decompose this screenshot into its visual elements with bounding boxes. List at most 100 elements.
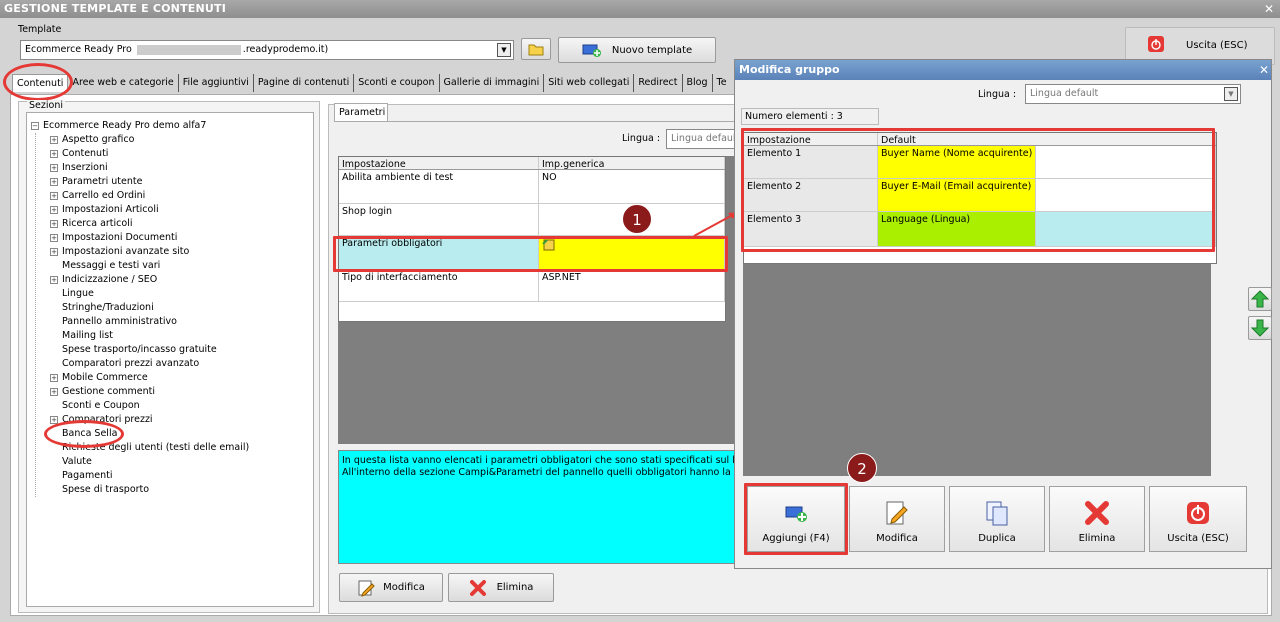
tree-item[interactable]: Mailing list [50,329,309,343]
tree-item[interactable]: Pagamenti [50,469,309,483]
new-template-button[interactable]: Nuovo template [558,37,716,63]
params-row-setting: Tipo di interfacciamento [339,270,539,301]
description-line: In questa lista vanno elencati i paramet… [342,455,738,466]
expand-icon[interactable]: + [50,415,58,424]
move-down-button[interactable] [1248,316,1272,340]
duplicate-icon [986,501,1008,526]
expand-icon[interactable]: + [50,205,58,214]
tree-item[interactable]: Comparatori prezzi avanzato [50,357,309,371]
tree-root-label: Ecommerce Ready Pro demo alfa7 [43,120,207,131]
tree-item-label: Comparatori prezzi avanzato [62,358,200,369]
tree-item[interactable]: Spese di trasporto [50,483,309,497]
move-up-button[interactable] [1248,287,1272,311]
tab-aree-web[interactable]: Aree web e categorie [68,74,179,92]
tree-item[interactable]: Pannello amministrativo [50,315,309,329]
annotation-box-row [333,236,728,272]
redacted-block [136,44,241,55]
dialog-modify-label: Modifica [876,533,918,544]
template-select[interactable]: Ecommerce Ready Pro .readyprodemo.it) ▼ [20,40,514,60]
tree-item-label: Lingue [62,288,94,299]
duplicate-button[interactable]: Duplica [949,486,1045,552]
tree-item-label: Gestione commenti [62,386,155,397]
params-modify-label: Modifica [383,582,425,593]
chevron-down-icon[interactable]: ▼ [1224,87,1238,101]
expand-icon[interactable]: + [50,275,58,284]
tree-item[interactable]: Messaggi e testi vari [50,259,309,273]
params-row[interactable]: Tipo di interfacciamento ASP.NET [339,270,725,302]
tree-item[interactable]: + Mobile Commerce [50,371,309,385]
modify-group-dialog: Modifica gruppo ✕ Lingua : Lingua defaul… [734,59,1272,569]
tab-te[interactable]: Te [713,74,731,92]
dialog-lingua-label: Lingua : [978,89,1017,100]
tree-item[interactable]: + Impostazioni Articoli [50,203,309,217]
params-row-value: ASP.NET [539,270,725,301]
params-row[interactable]: Shop login [339,204,725,236]
dialog-modify-button[interactable]: Modifica [849,486,945,552]
tree-item[interactable]: + Inserzioni [50,161,309,175]
tree-item[interactable]: + Ricerca articoli [50,217,309,231]
tab-siti-web[interactable]: Siti web collegati [544,74,635,92]
tree-item-label: Pagamenti [62,470,113,481]
tab-file-aggiuntivi[interactable]: File aggiuntivi [179,74,254,92]
expand-icon[interactable]: + [50,191,58,200]
tree-item[interactable]: + Contenuti [50,147,309,161]
tree-item[interactable]: + Impostazioni Documenti [50,231,309,245]
tree-item[interactable]: + Indicizzazione / SEO [50,273,309,287]
expand-icon[interactable]: + [50,163,58,172]
tab-redirect[interactable]: Redirect [634,74,683,92]
expand-icon[interactable]: + [50,135,58,144]
tree-item[interactable]: Valute [50,455,309,469]
tree-item-label: Sconti e Coupon [62,400,140,411]
tab-blog[interactable]: Blog [683,74,713,92]
expand-icon[interactable]: + [50,373,58,382]
tree-root[interactable]: − Ecommerce Ready Pro demo alfa7 [31,119,309,133]
tree-item-label: Mobile Commerce [62,372,148,383]
dialog-close-icon[interactable]: ✕ [1257,63,1271,77]
expand-icon[interactable]: + [50,177,58,186]
arrow-up-icon [1250,290,1270,308]
sections-tree[interactable]: − Ecommerce Ready Pro demo alfa7 + Aspetto… [26,112,314,607]
tree-item[interactable]: + Gestione commenti [50,385,309,399]
params-delete-button[interactable]: Elimina [448,573,554,602]
expand-icon[interactable]: + [50,247,58,256]
description-line: All'interno della sezione Campi&Parametr… [342,467,738,478]
exit-label: Uscita (ESC) [1186,40,1248,51]
add-icon [582,44,601,57]
params-col-setting: Impostazione [339,157,539,169]
tab-sconti[interactable]: Sconti e coupon [354,74,440,92]
element-count: Numero elementi : 3 [741,108,879,125]
pencil-icon [886,501,908,525]
expand-icon[interactable]: + [50,387,58,396]
dialog-title: Modifica gruppo [735,60,1271,80]
template-value-prefix: Ecommerce Ready Pro [25,44,132,55]
tree-item[interactable]: Spese trasporto/incasso gratuite [50,343,309,357]
annotation-ellipse-tab [3,63,73,101]
tree-item-label: Contenuti [62,148,109,159]
tree-item-label: Aspetto grafico [62,134,135,145]
dialog-exit-button[interactable]: Uscita (ESC) [1149,486,1247,552]
tree-item-label: Pannello amministrativo [62,316,177,327]
tree-item[interactable]: + Carrello ed Ordini [50,189,309,203]
tab-pagine[interactable]: Pagine di contenuti [254,74,355,92]
chevron-down-icon[interactable]: ▼ [497,43,511,57]
params-modify-button[interactable]: Modifica [339,573,443,602]
params-row[interactable]: Abilita ambiente di test NO [339,170,725,204]
dialog-lingua-select[interactable]: Lingua default ▼ [1025,84,1241,104]
folder-icon [528,44,544,56]
tree-item[interactable]: Sconti e Coupon [50,399,309,413]
tab-parametri[interactable]: Parametri [334,103,388,121]
expand-icon[interactable]: + [50,233,58,242]
window-close-icon[interactable]: ✕ [1262,2,1276,16]
annotation-ellipse-banca-sella [44,420,124,448]
annotation-box-add [744,483,848,555]
tree-item[interactable]: Stringhe/Traduzioni [50,301,309,315]
tab-gallerie[interactable]: Gallerie di immagini [440,74,545,92]
tree-item[interactable]: + Impostazioni avanzate sito [50,245,309,259]
tree-item[interactable]: + Parametri utente [50,175,309,189]
folder-button[interactable] [521,38,551,60]
expand-icon[interactable]: + [50,149,58,158]
tree-item[interactable]: + Aspetto grafico [50,133,309,147]
dialog-delete-button[interactable]: Elimina [1049,486,1145,552]
tree-item[interactable]: Lingue [50,287,309,301]
expand-icon[interactable]: + [50,219,58,228]
